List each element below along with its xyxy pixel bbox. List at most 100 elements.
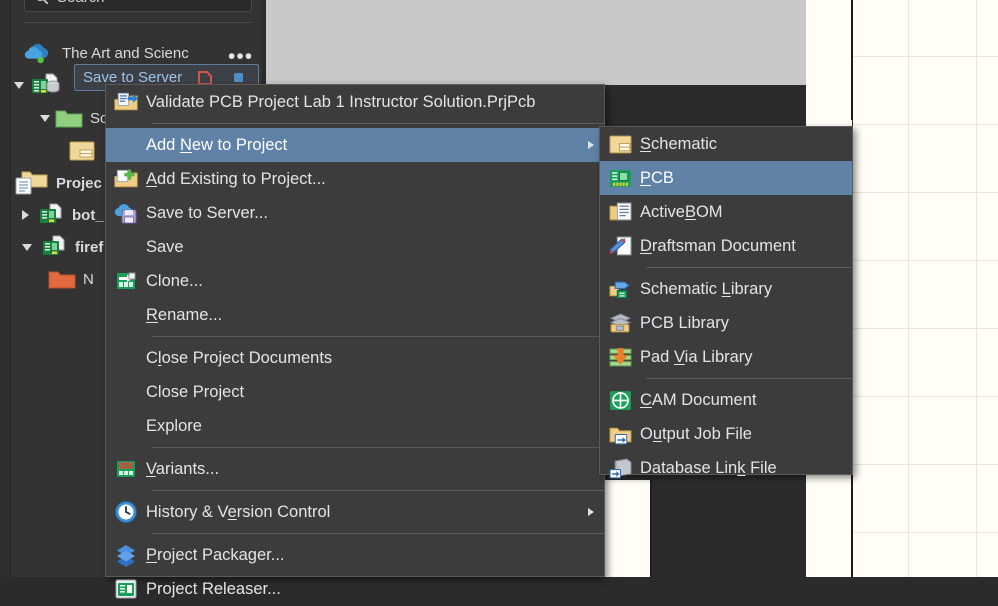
schematic-doc-icon — [68, 139, 98, 163]
add-new-to-project-submenu[interactable]: Schematic PCB ActiveBOM Draftsman Document S… — [599, 126, 853, 478]
menu-item-history-version-control[interactable]: History & Version Control — [106, 495, 604, 529]
tree-item-orange-folder[interactable]: N — [48, 266, 94, 292]
menu-item-draftsman-document[interactable]: Draftsman Document — [600, 229, 852, 263]
schematic-sheet-right-margin — [602, 480, 652, 577]
pad-via-library-icon — [600, 347, 640, 368]
menu-separator — [152, 336, 604, 337]
pcb-library-icon — [600, 313, 640, 334]
output-job-icon — [600, 424, 640, 445]
menu-item-project-releaser[interactable]: Project Releaser... — [106, 572, 604, 606]
cloud-workspace-icon — [24, 42, 54, 64]
menu-item-add-new-to-project[interactable]: Add New to Project — [106, 128, 604, 162]
schematic-sheet-grid — [853, 0, 998, 577]
editor-panel-top — [276, 0, 806, 85]
sheet-edge-right — [650, 480, 652, 577]
menu-item-schematic-library[interactable]: Schematic Library — [600, 272, 852, 306]
orange-folder-icon — [48, 268, 76, 290]
save-to-server-icon — [106, 201, 146, 225]
submenu-arrow-icon — [588, 508, 594, 516]
tree-item-label: firef — [75, 238, 104, 256]
menu-item-schematic[interactable]: Schematic — [600, 127, 852, 161]
workspace-overflow-button[interactable]: ••• — [228, 46, 253, 67]
tree-item-source-folder[interactable]: Sc — [40, 105, 108, 131]
schematic-icon — [600, 134, 640, 155]
menu-item-label: Project Packager... — [146, 545, 285, 564]
draftsman-icon — [600, 236, 640, 257]
pcb-project-icon — [41, 235, 71, 259]
menu-item-variants[interactable]: Variants... — [106, 452, 604, 486]
workspace-label: The Art and Scienc — [62, 44, 189, 62]
history-clock-icon — [106, 500, 146, 524]
add-existing-icon — [106, 167, 146, 191]
tree-item-projects-folder[interactable]: Projec — [14, 170, 102, 196]
tree-item-schematic-doc[interactable] — [68, 138, 98, 164]
submenu-arrow-icon — [588, 141, 594, 149]
menu-item-label: Schematic Library — [640, 279, 773, 298]
menu-separator — [152, 533, 604, 534]
search-icon — [34, 0, 49, 5]
tree-item-bot-project[interactable]: bot_ — [22, 202, 104, 228]
menu-item-clone[interactable]: Clone... — [106, 264, 604, 298]
tree-item-label: N — [83, 270, 94, 288]
menu-item-pcb-library[interactable]: PCB Library — [600, 306, 852, 340]
variants-icon — [106, 458, 146, 480]
menu-item-cam-document[interactable]: CAM Document — [600, 383, 852, 417]
clone-icon — [106, 270, 146, 292]
chevron-expanded-icon[interactable] — [22, 243, 32, 251]
projects-folder-icon — [14, 170, 50, 196]
project-releaser-icon — [106, 578, 146, 600]
chevron-expanded-icon[interactable] — [40, 114, 50, 122]
editor-panel-side — [266, 0, 276, 85]
sheet-border-line — [851, 0, 853, 120]
chevron-collapsed-icon[interactable] — [22, 210, 29, 220]
project-packager-icon — [106, 543, 146, 567]
menu-separator — [152, 447, 604, 448]
schematic-library-icon — [600, 279, 640, 300]
workspace-row[interactable]: The Art and Scienc — [24, 40, 189, 66]
menu-separator — [152, 123, 604, 124]
menu-item-save-to-server[interactable]: Save to Server... — [106, 196, 604, 230]
menu-item-close-project[interactable]: Close Project — [106, 375, 604, 409]
tree-item-label: Projec — [56, 174, 102, 192]
menu-item-label: PCB — [640, 168, 674, 187]
menu-item-close-project-documents[interactable]: Close Project Documents — [106, 341, 604, 375]
project-context-menu[interactable]: Validate PCB Project Lab 1 Instructor So… — [105, 84, 605, 599]
menu-item-label: CAM Document — [640, 390, 757, 409]
search-placeholder: Search — [57, 0, 105, 6]
activebom-icon — [600, 202, 640, 223]
menu-item-pcb[interactable]: PCB — [600, 161, 852, 195]
menu-item-label: Save to Server... — [146, 203, 268, 222]
menu-item-label: PCB Library — [640, 313, 729, 332]
tree-item-project-server[interactable] — [14, 72, 65, 98]
pcb-icon — [600, 168, 640, 189]
menu-item-label: Output Job File — [640, 424, 752, 443]
search-input[interactable]: Search — [24, 0, 252, 12]
menu-item-label: Variants... — [146, 459, 220, 478]
menu-separator — [646, 267, 852, 268]
altium-designer-window: Search The Art and Scienc ••• — [0, 0, 998, 599]
menu-item-save[interactable]: Save — [106, 230, 604, 264]
menu-item-activebom[interactable]: ActiveBOM — [600, 195, 852, 229]
menu-item-label: Close Project — [146, 382, 245, 401]
tree-item-firef-project[interactable]: firef — [22, 234, 103, 260]
menu-item-validate-pcb-project-lab-1-instructor-solution-prjpcb[interactable]: Validate PCB Project Lab 1 Instructor So… — [106, 85, 604, 119]
menu-item-explore[interactable]: Explore — [106, 409, 604, 443]
menu-item-database-link-file[interactable]: Database Link File — [600, 451, 852, 485]
tree-item-label: bot_ — [72, 206, 104, 224]
menu-item-label: Project Releaser... — [146, 579, 281, 598]
menu-item-rename[interactable]: Rename... — [106, 298, 604, 332]
menu-item-output-job-file[interactable]: Output Job File — [600, 417, 852, 451]
menu-item-add-existing-to-project[interactable]: Add Existing to Project... — [106, 162, 604, 196]
menu-item-project-packager[interactable]: Project Packager... — [106, 538, 604, 572]
status-dot-icon — [234, 73, 244, 82]
menu-item-label: Save — [146, 237, 184, 256]
chevron-expanded-icon[interactable] — [14, 81, 24, 89]
pcb-project-server-icon — [29, 73, 65, 97]
menu-item-label: Database Link File — [640, 458, 777, 477]
menu-item-label: Add New to Project — [146, 135, 288, 154]
menu-item-label: Pad Via Library — [640, 347, 753, 366]
validate-project-icon — [106, 90, 146, 114]
menu-item-label: Draftsman Document — [640, 236, 796, 255]
menu-separator — [152, 490, 604, 491]
menu-item-pad-via-library[interactable]: Pad Via Library — [600, 340, 852, 374]
